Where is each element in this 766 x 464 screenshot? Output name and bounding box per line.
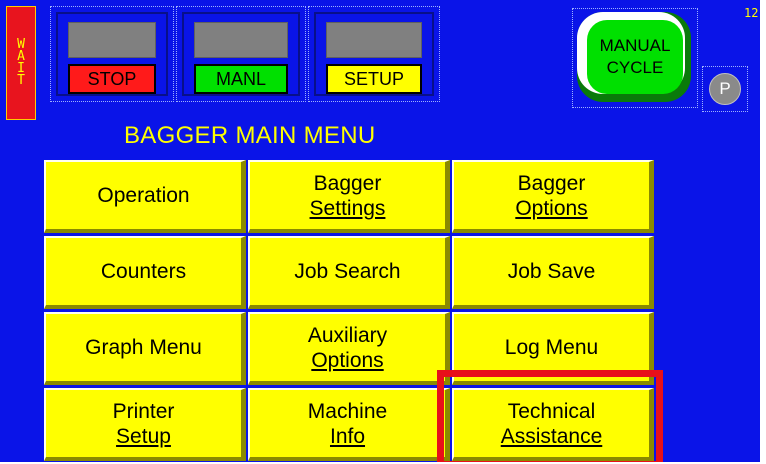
corner-number: 12	[744, 6, 759, 20]
menu-label: Job Search	[294, 260, 401, 283]
manl-panel[interactable]: MANL	[176, 6, 306, 102]
manual-cycle-line1: MANUAL	[599, 36, 671, 55]
manl-panel-frame: MANL	[182, 12, 300, 96]
main-menu-grid: Operation Bagger Settings Bagger Options…	[44, 160, 654, 462]
menu-label: Counters	[100, 260, 187, 283]
menu-label: Options	[515, 196, 588, 220]
wait-letter: T	[17, 73, 25, 88]
manual-cycle-face: MANUAL CYCLE	[587, 20, 683, 94]
menu-bagger-options-button[interactable]: Bagger Options	[452, 160, 654, 233]
menu-label: Machine	[307, 399, 388, 423]
menu-auxiliary-options-button[interactable]: Auxiliary Options	[248, 312, 450, 385]
menu-label: Setup	[116, 424, 171, 448]
menu-operation-button[interactable]: Operation	[44, 160, 246, 233]
manl-button[interactable]: MANL	[194, 64, 288, 94]
stop-panel-frame: STOP	[56, 12, 168, 96]
menu-counters-button[interactable]: Counters	[44, 236, 246, 309]
menu-label: Operation	[97, 184, 190, 207]
menu-label: Options	[311, 348, 384, 372]
menu-label: Assistance	[500, 424, 603, 448]
manual-cycle-line2: CYCLE	[606, 58, 664, 77]
setup-panel-frame: SETUP	[314, 12, 434, 96]
menu-technical-assistance-button[interactable]: Technical Assistance	[452, 388, 654, 461]
menu-label: Info	[329, 424, 366, 448]
menu-label: Bagger	[313, 171, 382, 195]
menu-graph-menu-button[interactable]: Graph Menu	[44, 312, 246, 385]
menu-log-menu-button[interactable]: Log Menu	[452, 312, 654, 385]
manl-status-display	[194, 22, 288, 58]
menu-label: Settings	[309, 196, 386, 220]
stop-status-display	[68, 22, 156, 58]
menu-job-search-button[interactable]: Job Search	[248, 236, 450, 309]
menu-label: Log Menu	[504, 336, 599, 359]
menu-label: Graph Menu	[85, 336, 202, 359]
hmi-screen: W A I T STOP MANL SETUP MANUAL CYCLE P 1…	[0, 0, 760, 462]
menu-label: Technical	[507, 399, 596, 423]
stop-panel[interactable]: STOP	[50, 6, 174, 102]
manual-cycle-button[interactable]: MANUAL CYCLE	[572, 8, 698, 108]
setup-panel[interactable]: SETUP	[308, 6, 440, 102]
menu-bagger-settings-button[interactable]: Bagger Settings	[248, 160, 450, 233]
page-title: BAGGER MAIN MENU	[124, 122, 376, 149]
p-button-frame[interactable]: P	[702, 66, 748, 112]
menu-label: Job Save	[507, 260, 596, 283]
menu-label: Auxiliary	[307, 323, 388, 347]
menu-machine-info-button[interactable]: Machine Info	[248, 388, 450, 461]
menu-printer-setup-button[interactable]: Printer Setup	[44, 388, 246, 461]
setup-status-display	[326, 22, 422, 58]
stop-button[interactable]: STOP	[68, 64, 156, 94]
menu-label: Bagger	[517, 171, 586, 195]
manual-cycle-shadow: MANUAL CYCLE	[577, 12, 691, 102]
p-button[interactable]: P	[709, 73, 741, 105]
menu-job-save-button[interactable]: Job Save	[452, 236, 654, 309]
wait-indicator: W A I T	[6, 6, 36, 120]
setup-button[interactable]: SETUP	[326, 64, 422, 94]
menu-label: Printer	[112, 399, 175, 423]
